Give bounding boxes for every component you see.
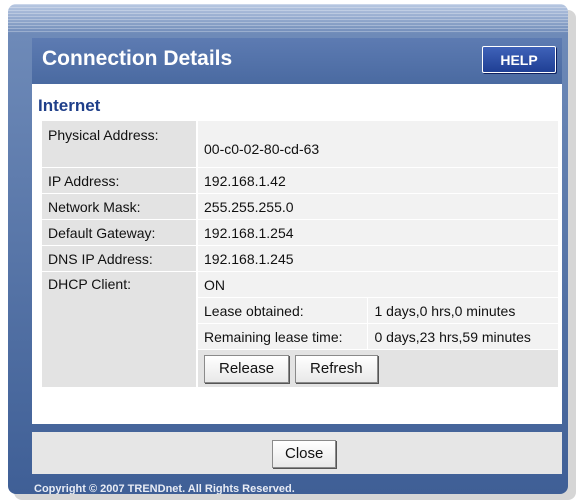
help-button[interactable]: HELP [482, 46, 556, 73]
content-panel: Internet Physical Address: 00-c0-02-80-c… [32, 84, 562, 424]
refresh-button[interactable]: Refresh [295, 354, 378, 383]
dhcp-client-value: ON [198, 272, 558, 297]
bottom-panel: Close [32, 432, 562, 474]
remaining-lease-label: Remaining lease time: [198, 324, 369, 349]
dns-ip-address-value: 192.168.1.245 [198, 246, 558, 271]
table-row: Network Mask: 255.255.255.0 [42, 194, 558, 219]
table-row: DHCP Client: ON [42, 272, 558, 387]
default-gateway-value: 192.168.1.254 [198, 220, 558, 245]
ip-address-value: 192.168.1.42 [198, 168, 558, 193]
connection-details-table: Physical Address: 00-c0-02-80-cd-63 IP A… [42, 120, 558, 388]
dialog-frame: Connection Details HELP Internet Physica… [8, 4, 568, 494]
table-row: DNS IP Address: 192.168.1.245 [42, 246, 558, 271]
dns-ip-address-label: DNS IP Address: [42, 246, 198, 271]
table-row: Physical Address: 00-c0-02-80-cd-63 [42, 121, 558, 167]
lease-obtained-value: 1 days,0 hrs,0 minutes [368, 298, 558, 323]
section-title: Internet [38, 96, 101, 115]
release-button[interactable]: Release [204, 354, 290, 383]
copyright-text: Copyright © 2007 TRENDnet. All Rights Re… [34, 483, 295, 494]
dialog-title: Connection Details [42, 47, 233, 70]
network-mask-label: Network Mask: [42, 194, 198, 219]
dhcp-client-label: DHCP Client: [42, 272, 198, 387]
lease-obtained-label: Lease obtained: [198, 298, 369, 323]
close-button[interactable]: Close [272, 440, 337, 468]
title-bar: Connection Details HELP [32, 38, 562, 84]
remaining-lease-value: 0 days,23 hrs,59 minutes [368, 324, 558, 349]
table-row: Default Gateway: 192.168.1.254 [42, 220, 558, 245]
action-buttons-cell: Release Refresh [198, 350, 558, 387]
table-row: IP Address: 192.168.1.42 [42, 168, 558, 193]
default-gateway-label: Default Gateway: [42, 220, 198, 245]
ip-address-label: IP Address: [42, 168, 198, 193]
physical-address-label: Physical Address: [42, 121, 198, 167]
network-mask-value: 255.255.255.0 [198, 194, 558, 219]
physical-address-value: 00-c0-02-80-cd-63 [198, 121, 558, 167]
